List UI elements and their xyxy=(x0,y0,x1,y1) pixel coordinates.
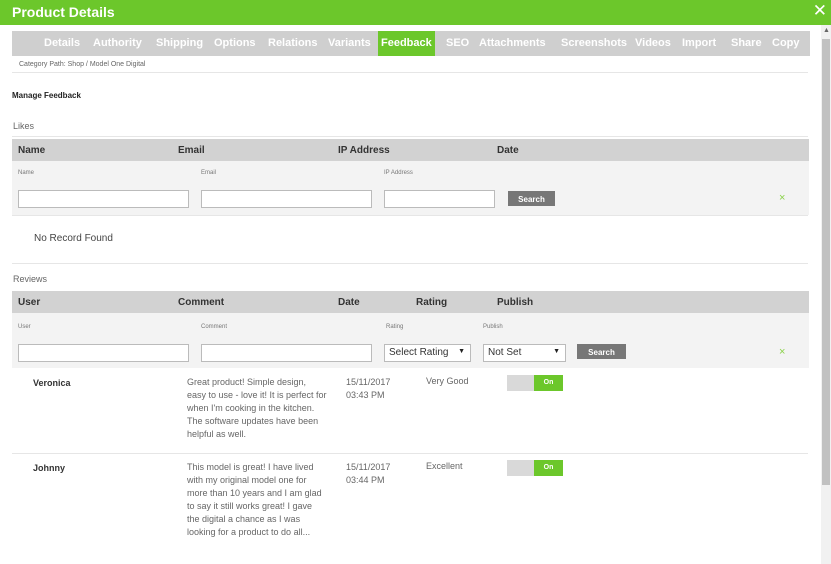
tab-shipping[interactable]: Shipping xyxy=(156,31,203,56)
tab-variants[interactable]: Variants xyxy=(328,31,371,56)
publish-select[interactable]: Not Set ▼ xyxy=(483,344,566,362)
publish-toggle[interactable]: On xyxy=(507,460,563,476)
reviews-search-button[interactable]: Search xyxy=(577,344,626,359)
table-row: Johnny This model is great! I have lived… xyxy=(12,455,809,564)
review-user: Johnny xyxy=(33,463,66,473)
tab-screenshots[interactable]: Screenshots xyxy=(561,31,627,56)
likes-table-header: Name Email IP Address Date xyxy=(12,139,809,161)
empty-message: No Record Found xyxy=(34,233,113,244)
tab-options[interactable]: Options xyxy=(214,31,256,56)
likes-filter-row: Name Email IP Address Search × xyxy=(12,161,809,215)
dropdown-caret-icon: ▼ xyxy=(458,348,465,355)
column-header: Date xyxy=(338,297,360,308)
review-comment: Great product! Simple design, easy to us… xyxy=(187,377,327,439)
review-user: Veronica xyxy=(33,378,71,388)
divider xyxy=(12,136,808,137)
rating-select[interactable]: Select Rating ▼ xyxy=(384,344,471,362)
clear-filter-icon[interactable]: × xyxy=(779,192,785,204)
table-row: Veronica Great product! Simple design, e… xyxy=(12,370,809,453)
reviews-heading: Reviews xyxy=(13,274,48,284)
filter-label: Publish xyxy=(483,324,503,330)
tab-share[interactable]: Share xyxy=(731,31,762,56)
tab-relations[interactable]: Relations xyxy=(268,31,318,56)
column-header: IP Address xyxy=(338,145,390,156)
rating-select-value: Select Rating xyxy=(389,347,449,358)
filter-label: User xyxy=(18,324,31,330)
column-header: User xyxy=(18,297,41,308)
page-title: Manage Feedback xyxy=(12,91,81,100)
tab-import[interactable]: Import xyxy=(682,31,716,56)
filter-label: IP Address xyxy=(384,170,413,176)
scroll-up-icon[interactable]: ▲ xyxy=(823,27,830,34)
likes-search-button[interactable]: Search xyxy=(508,191,555,206)
divider xyxy=(12,72,808,73)
publish-toggle[interactable]: On xyxy=(507,375,563,391)
divider xyxy=(12,215,808,216)
tab-authority[interactable]: Authority xyxy=(93,31,142,56)
tab-bar: Details Authority Shipping Options Relat… xyxy=(12,31,810,56)
publish-toggle-label: On xyxy=(534,460,563,476)
scrollbar[interactable]: ▲ xyxy=(821,25,831,564)
tab-copy[interactable]: Copy xyxy=(772,31,800,56)
tab-seo[interactable]: SEO xyxy=(446,31,469,56)
column-header: Publish xyxy=(497,297,534,308)
review-date: 15/11/2017 03:44 PM xyxy=(346,462,391,485)
review-date: 15/11/2017 03:43 PM xyxy=(346,377,391,400)
likes-heading: Likes xyxy=(13,121,35,131)
comment-filter-input[interactable] xyxy=(201,344,372,362)
user-filter-input[interactable] xyxy=(18,344,189,362)
column-header: Email xyxy=(178,145,205,156)
column-header: Comment xyxy=(178,297,225,308)
reviews-filter-row: User Comment Rating Publish Select Ratin… xyxy=(12,313,809,368)
breadcrumb: Category Path: Shop / Model One Digital xyxy=(19,61,146,68)
name-filter-input[interactable] xyxy=(18,190,189,208)
ip-address-filter-input[interactable] xyxy=(384,190,495,208)
column-header: Name xyxy=(18,145,46,156)
window-title: Product Details xyxy=(12,4,115,20)
clear-filter-icon[interactable]: × xyxy=(779,346,785,358)
scrollbar-thumb[interactable] xyxy=(822,39,830,485)
column-header: Date xyxy=(497,145,519,156)
filter-label: Name xyxy=(18,170,35,176)
review-comment: This model is great! I have lived with m… xyxy=(187,462,322,537)
publish-select-value: Not Set xyxy=(488,347,522,358)
reviews-table-header: User Comment Date Rating Publish xyxy=(12,291,809,313)
close-icon[interactable]: ✕ xyxy=(813,1,827,21)
filter-label: Comment xyxy=(201,324,228,330)
tab-details[interactable]: Details xyxy=(44,31,80,56)
tab-attachments[interactable]: Attachments xyxy=(479,31,546,56)
column-header: Rating xyxy=(416,297,448,308)
divider xyxy=(12,453,808,454)
tab-videos[interactable]: Videos xyxy=(635,31,671,56)
dropdown-caret-icon: ▼ xyxy=(553,348,560,355)
filter-label: Rating xyxy=(386,324,404,330)
review-rating: Excellent xyxy=(426,461,463,471)
review-rating: Very Good xyxy=(426,376,469,386)
filter-label: Email xyxy=(201,170,217,176)
divider xyxy=(12,263,808,264)
email-filter-input[interactable] xyxy=(201,190,372,208)
tab-feedback[interactable]: Feedback xyxy=(378,31,435,56)
publish-toggle-label: On xyxy=(534,375,563,391)
title-bar: Product Details ✕ xyxy=(0,0,831,25)
